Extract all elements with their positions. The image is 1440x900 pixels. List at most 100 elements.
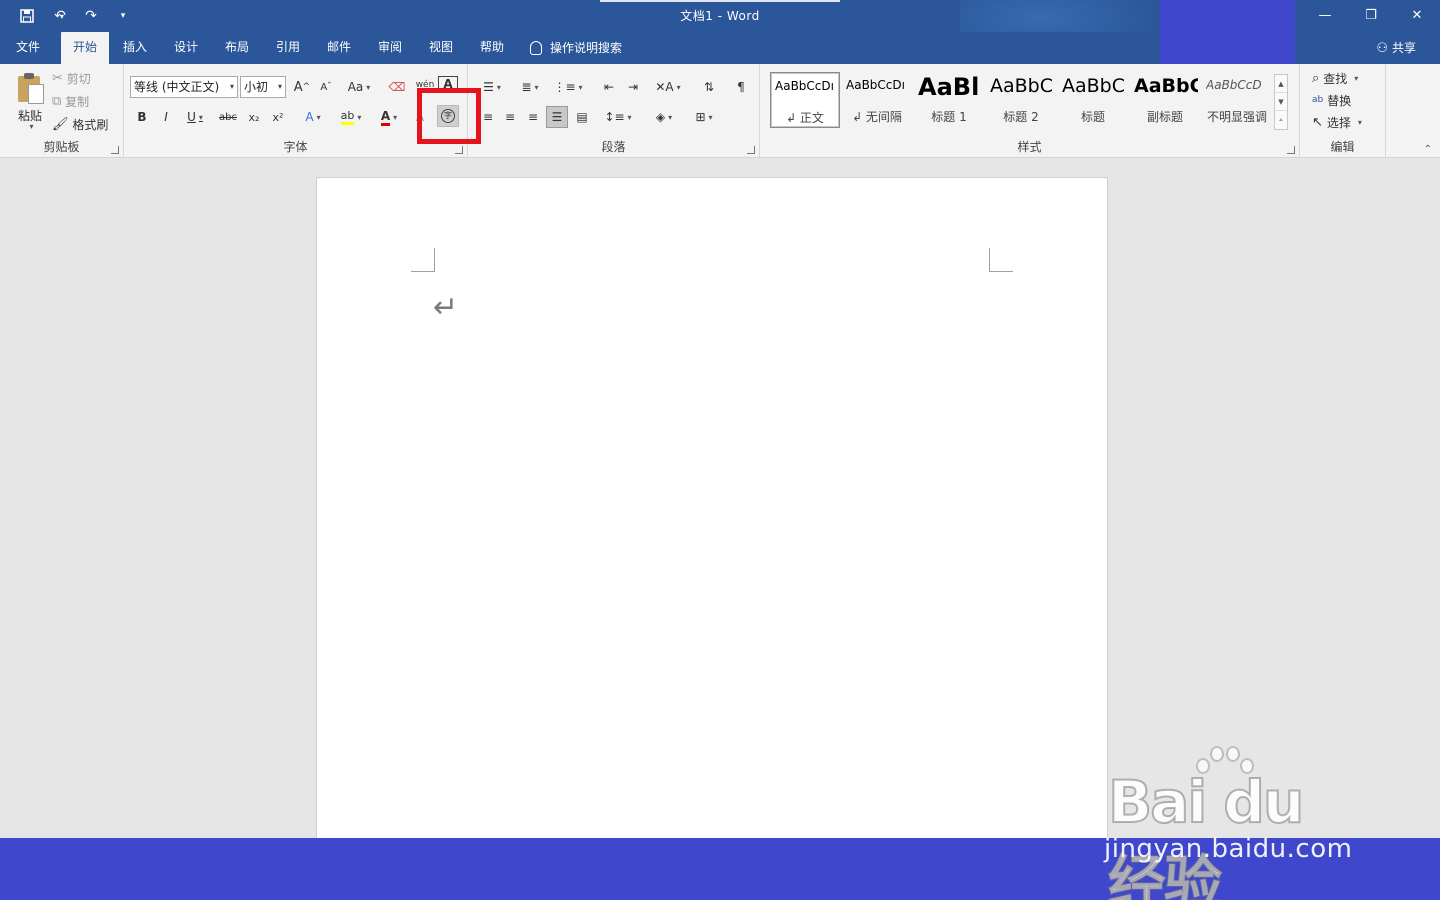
tell-me-label: 操作说明搜索 xyxy=(550,40,623,55)
styles-gallery-scrollbar[interactable]: ▲ ▼ ⩡ xyxy=(1274,74,1288,130)
style-name: 副标题 xyxy=(1146,110,1183,124)
align-center-icon[interactable]: ≡ xyxy=(500,106,520,128)
borders-icon[interactable]: ⊞ ▾ xyxy=(688,106,720,128)
font-size-value: 小初 xyxy=(244,80,269,94)
numbering-icon[interactable]: ≣ ▾ xyxy=(514,76,546,98)
style-no-spacing[interactable]: AaBbCcDı ↲ 无间隔 xyxy=(842,72,912,128)
multilevel-list-icon[interactable]: ⋮≡ ▾ xyxy=(552,76,584,98)
collapse-ribbon-icon[interactable]: ⌃ xyxy=(1424,144,1432,155)
tab-references[interactable]: 引用 xyxy=(264,32,312,64)
style-heading-2[interactable]: AaBbC 标题 2 xyxy=(986,72,1056,128)
line-spacing-icon[interactable]: ↕≡ ▾ xyxy=(602,106,634,128)
document-page[interactable]: ↵ xyxy=(316,177,1108,839)
scissors-icon: ✂ xyxy=(52,70,63,86)
replace-button[interactable]: ab 替换 xyxy=(1312,92,1351,109)
style-title[interactable]: AaBbC 标题 xyxy=(1058,72,1128,128)
editing-group-label: 编辑 xyxy=(1330,140,1355,154)
justify-icon[interactable]: ☰ xyxy=(546,106,568,128)
paragraph-launcher-icon[interactable] xyxy=(747,146,755,154)
change-case-button[interactable]: Aa ▾ xyxy=(342,76,376,98)
baidu-watermark: Bai du 经验 jingyan.baidu.com xyxy=(1104,740,1374,900)
cursor-arrow-icon: ↖ xyxy=(1312,115,1323,130)
select-button[interactable]: ↖ 选择 ▾ xyxy=(1312,114,1362,131)
align-right-icon[interactable]: ≡ xyxy=(523,106,543,128)
tab-home[interactable]: 开始 xyxy=(61,32,110,64)
style-subtle-emphasis[interactable]: AaBbCcD 不明显强调 xyxy=(1202,72,1272,128)
share-button[interactable]: ⚇ 共享 xyxy=(1376,32,1416,64)
title-accent-line xyxy=(600,0,840,2)
paste-icon[interactable] xyxy=(16,72,46,104)
highlight-annotation xyxy=(417,88,481,144)
tab-help[interactable]: 帮助 xyxy=(468,32,516,64)
bold-label: B xyxy=(137,110,147,124)
replace-label: 替换 xyxy=(1327,94,1352,108)
minimize-icon[interactable]: — xyxy=(1302,0,1348,30)
font-size-select[interactable]: 小初 ▾ xyxy=(240,76,286,98)
find-button[interactable]: ⌕ 查找 ▾ xyxy=(1312,70,1358,87)
distributed-icon[interactable]: ▤ xyxy=(571,106,593,128)
tab-view[interactable]: 视图 xyxy=(417,32,465,64)
lightbulb-icon xyxy=(530,41,542,55)
tab-review[interactable]: 审阅 xyxy=(366,32,414,64)
style-normal[interactable]: AaBbCcDı ↲ 正文 xyxy=(770,72,840,128)
gallery-more-icon[interactable]: ⩡ xyxy=(1275,111,1287,129)
style-name: 标题 xyxy=(1080,110,1105,124)
style-name: ↲ 正文 xyxy=(786,111,824,125)
tab-mailings[interactable]: 邮件 xyxy=(315,32,363,64)
tell-me-search[interactable]: 操作说明搜索 xyxy=(530,32,622,64)
paragraph-mark[interactable]: ↵ xyxy=(433,290,458,325)
text-effects-icon[interactable]: A ▾ xyxy=(298,106,328,128)
select-label: 选择 xyxy=(1326,116,1351,130)
restore-icon[interactable]: ❐ xyxy=(1348,0,1394,30)
search-icon: ⌕ xyxy=(1312,71,1320,86)
style-heading-1[interactable]: AaBl 标题 1 xyxy=(914,72,984,128)
format-painter-button[interactable]: 🖌 格式刷 xyxy=(52,114,108,134)
tab-design[interactable]: 设计 xyxy=(162,32,210,64)
underline-label: U xyxy=(187,110,196,124)
shrink-font-button[interactable]: Aˇ xyxy=(316,76,336,98)
clipboard-launcher-icon[interactable] xyxy=(111,146,119,154)
cut-button[interactable]: ✂ 剪切 xyxy=(52,68,91,88)
tab-layout[interactable]: 布局 xyxy=(213,32,261,64)
clear-formatting-icon[interactable]: ⌫ xyxy=(386,76,408,98)
subscript-button[interactable]: x₂ xyxy=(244,106,264,128)
increase-indent-icon[interactable]: ⇥ xyxy=(622,76,644,98)
font-color-icon[interactable]: A ▾ xyxy=(374,106,404,128)
copy-button[interactable]: ⧉ 复制 xyxy=(52,91,89,111)
margin-crop-mark xyxy=(411,248,435,272)
scroll-up-icon[interactable]: ▲ xyxy=(1275,75,1287,93)
bold-button[interactable]: B xyxy=(132,106,152,128)
grow-font-label: A xyxy=(293,79,303,95)
watermark-url: jingyan.baidu.com xyxy=(1104,834,1353,864)
style-subtitle[interactable]: AaBbC 副标题 xyxy=(1130,72,1200,128)
copy-label: 复制 xyxy=(65,94,90,109)
shading-icon[interactable]: ◈ ▾ xyxy=(648,106,680,128)
style-name: ↲ 无间隔 xyxy=(852,110,902,124)
underline-button[interactable]: U ▾ xyxy=(180,106,210,128)
align-left-icon[interactable]: ≡ xyxy=(478,106,498,128)
tab-insert[interactable]: 插入 xyxy=(111,32,159,64)
styles-launcher-icon[interactable] xyxy=(1287,146,1295,154)
italic-button[interactable]: I xyxy=(156,106,176,128)
asian-layout-icon[interactable]: ✕A ▾ xyxy=(652,76,684,98)
close-icon[interactable]: ✕ xyxy=(1394,0,1440,30)
redaction-block xyxy=(1160,0,1295,74)
paste-dropdown-icon[interactable]: ▾ xyxy=(22,120,38,132)
grow-font-button[interactable]: A ^ xyxy=(292,76,312,98)
show-marks-icon[interactable]: ¶ xyxy=(730,76,752,98)
chevron-down-icon: ▾ xyxy=(277,82,282,91)
font-launcher-icon[interactable] xyxy=(455,146,463,154)
italic-label: I xyxy=(164,110,168,124)
superscript-button[interactable]: x² xyxy=(268,106,288,128)
clipboard-group: 粘贴 ▾ ✂ 剪切 ⧉ 复制 🖌 格式刷 剪贴板 xyxy=(0,64,124,158)
strikethrough-button[interactable]: abc xyxy=(216,106,240,128)
sort-icon[interactable]: ⇅ xyxy=(698,76,720,98)
decrease-indent-icon[interactable]: ⇤ xyxy=(598,76,620,98)
font-family-select[interactable]: 等线 (中文正文) ▾ xyxy=(130,76,238,98)
change-case-label: Aa xyxy=(347,80,364,94)
chevron-down-icon: ▾ xyxy=(229,82,234,91)
scroll-down-icon[interactable]: ▼ xyxy=(1275,93,1287,111)
highlight-color-icon[interactable]: ab ▾ xyxy=(336,106,366,128)
tab-file[interactable]: 文件 xyxy=(4,32,52,64)
superscript-label: x² xyxy=(272,110,284,124)
